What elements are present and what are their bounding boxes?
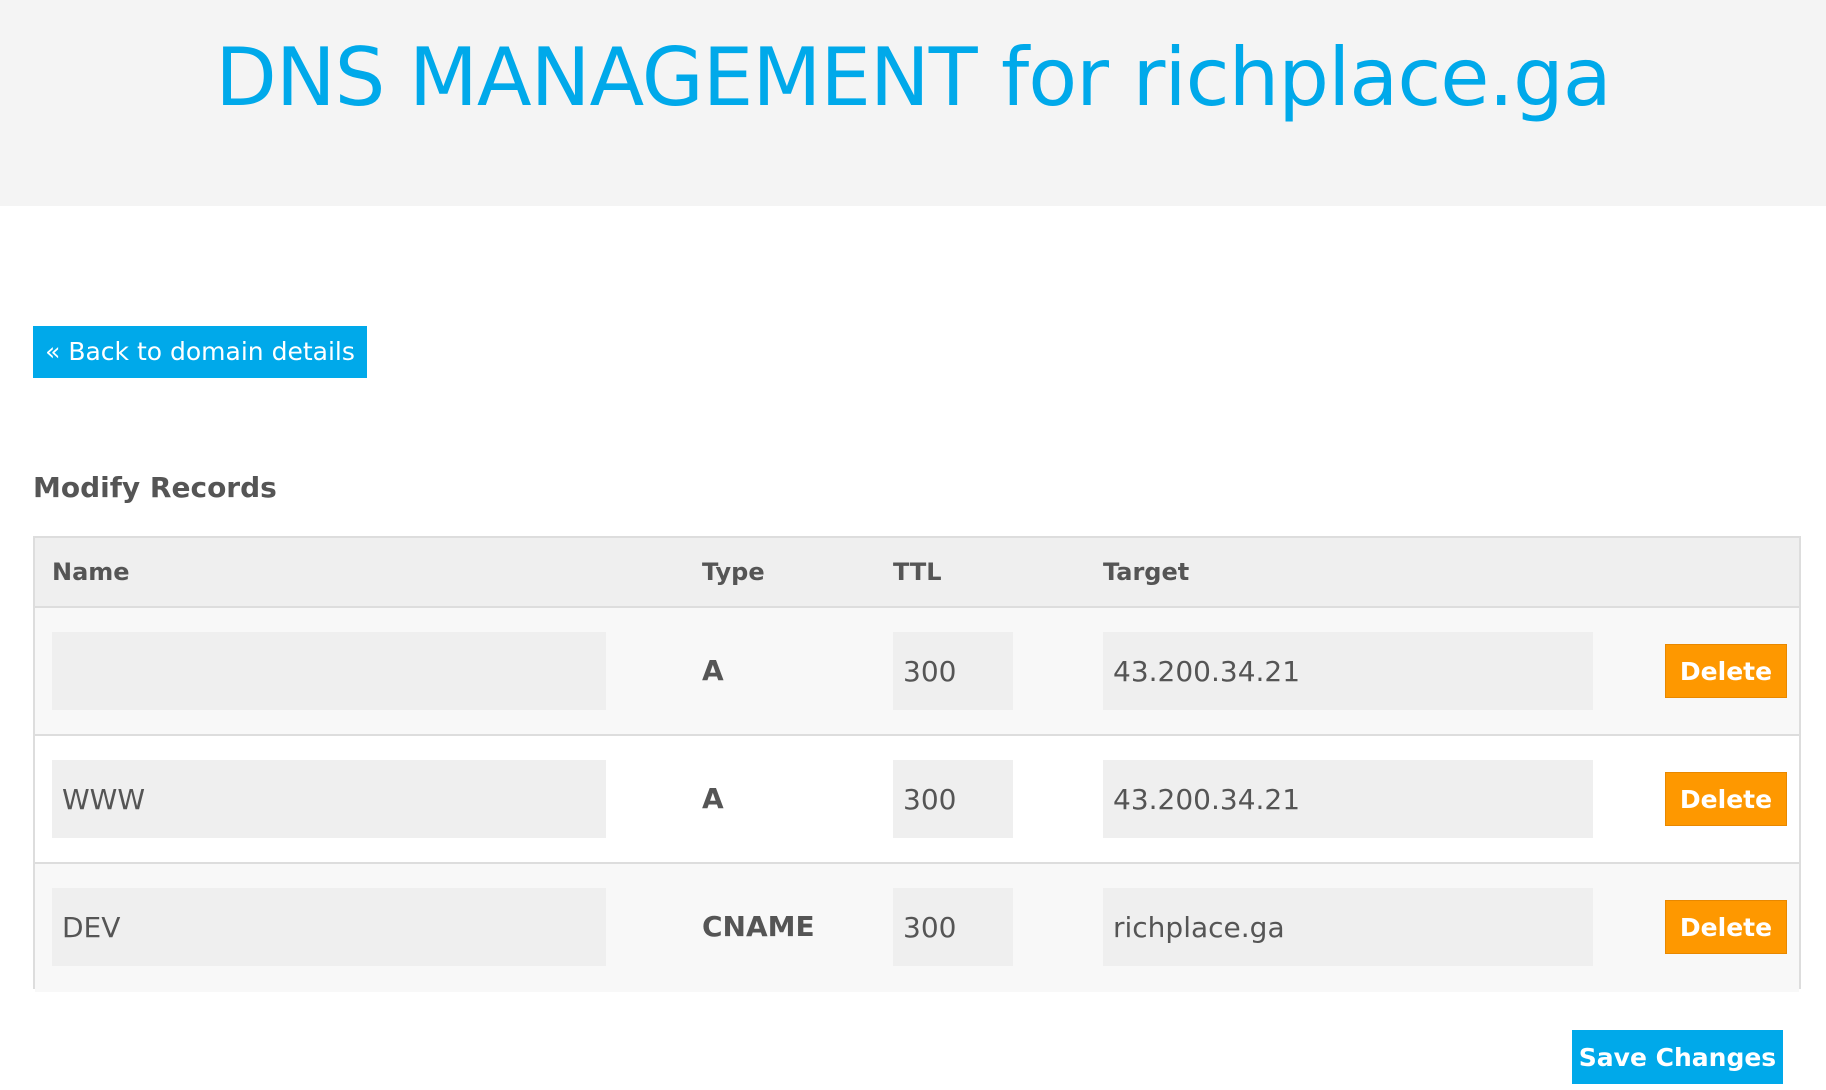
record-name-input[interactable]	[52, 760, 606, 838]
table-row: A Delete	[35, 608, 1799, 736]
page-title: DNS MANAGEMENT for richplace.ga	[215, 31, 1612, 124]
record-ttl-input[interactable]	[893, 632, 1013, 710]
column-header-target: Target	[1103, 558, 1190, 586]
record-name-input[interactable]	[52, 888, 606, 966]
record-target-input[interactable]	[1103, 888, 1593, 966]
record-ttl-input[interactable]	[893, 888, 1013, 966]
section-title-modify-records: Modify Records	[33, 471, 277, 504]
page-header: DNS MANAGEMENT for richplace.ga	[0, 0, 1826, 206]
record-type: CNAME	[702, 910, 815, 943]
record-target-input[interactable]	[1103, 760, 1593, 838]
delete-record-button[interactable]: Delete	[1665, 772, 1787, 826]
record-target-input[interactable]	[1103, 632, 1593, 710]
record-type: A	[702, 654, 724, 687]
table-row: CNAME Delete	[35, 864, 1799, 992]
record-name-input[interactable]	[52, 632, 606, 710]
delete-record-button[interactable]: Delete	[1665, 644, 1787, 698]
column-header-name: Name	[52, 558, 130, 586]
record-ttl-input[interactable]	[893, 760, 1013, 838]
column-header-type: Type	[702, 558, 765, 586]
column-header-ttl: TTL	[893, 558, 942, 586]
records-table: Name Type TTL Target A Delete A Delete C…	[33, 536, 1801, 992]
delete-record-button[interactable]: Delete	[1665, 900, 1787, 954]
back-to-domain-details-button[interactable]: « Back to domain details	[33, 326, 367, 378]
record-type: A	[702, 782, 724, 815]
save-changes-button[interactable]: Save Changes	[1572, 1030, 1783, 1084]
table-row: A Delete	[35, 736, 1799, 864]
table-header: Name Type TTL Target	[35, 538, 1799, 608]
page: DNS MANAGEMENT for richplace.ga « Back t…	[0, 0, 1826, 1090]
